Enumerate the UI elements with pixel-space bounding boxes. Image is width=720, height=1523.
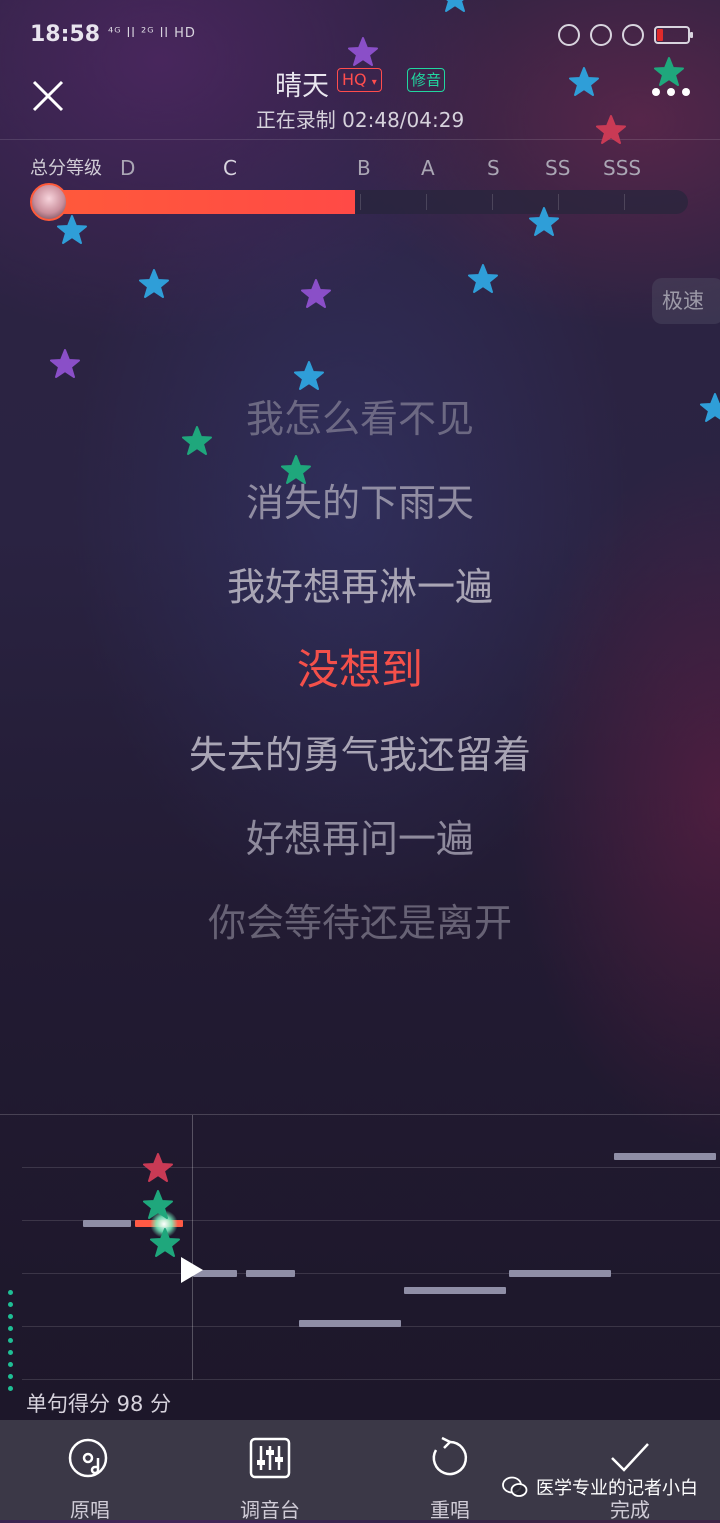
grade-divider	[492, 194, 493, 210]
star-icon	[294, 361, 324, 390]
star-icon	[529, 207, 559, 236]
pitch-note	[404, 1287, 506, 1294]
star-icon	[468, 264, 498, 293]
pitch-gridline	[22, 1167, 720, 1168]
wechat-icon	[502, 1476, 528, 1497]
star-icon	[654, 57, 684, 86]
pitch-gridline	[22, 1273, 720, 1274]
quality-badge: HQ	[342, 70, 367, 89]
sentence-score: 单句得分 98 分	[26, 1392, 172, 1416]
grade-s: S	[487, 156, 500, 180]
more-dot-icon	[682, 88, 690, 96]
watermark-text: 医学专业的记者小白	[536, 1478, 698, 1499]
network-indicator: ⁴ᴳ ll ²ᴳ ll HD	[108, 26, 196, 41]
alarm-icon	[622, 24, 644, 46]
status-icons	[558, 24, 693, 46]
score-progress-fill	[36, 190, 356, 214]
speed-button[interactable]: 极速	[652, 278, 720, 324]
grade-a: A	[421, 156, 435, 180]
retry-button[interactable]: 重唱	[390, 1436, 510, 1523]
mixer-icon	[249, 1437, 291, 1479]
disc-music-icon	[68, 1438, 108, 1478]
dropdown-arrow-icon: ▾	[371, 77, 377, 88]
more-dot-icon	[652, 88, 660, 96]
battery-icon	[654, 26, 693, 44]
playhead-line	[192, 1115, 193, 1380]
grade-b: B	[357, 156, 371, 180]
current-lyric-line: 没想到	[296, 645, 423, 694]
pitch-note	[83, 1220, 131, 1227]
status-time: 18:58	[30, 22, 101, 47]
original-vocal-label: 原唱	[70, 1498, 110, 1522]
mixer-label: 调音台	[240, 1498, 300, 1522]
star-icon	[301, 279, 331, 308]
grade-divider	[360, 194, 361, 210]
lyric-line: 好想再问一遍	[245, 817, 474, 861]
quality-selector[interactable]: HQ ▾	[337, 68, 382, 92]
song-title: 晴天	[275, 71, 329, 102]
grade-ss: SS	[545, 156, 571, 180]
retry-icon	[432, 1436, 468, 1476]
star-icon	[348, 37, 378, 66]
score-label: 总分等级	[30, 158, 102, 179]
star-icon	[182, 426, 212, 455]
playhead-marker-icon	[181, 1257, 203, 1283]
watermark: 医学专业的记者小白	[502, 1474, 698, 1500]
star-icon	[596, 115, 626, 144]
more-dot-icon	[667, 88, 675, 96]
star-icon	[700, 393, 720, 422]
star-icon	[143, 1190, 173, 1219]
original-vocal-button[interactable]: 原唱	[30, 1436, 150, 1523]
star-icon	[57, 215, 87, 244]
pitch-gridline	[22, 1379, 720, 1380]
lyric-line: 你会等待还是离开	[207, 901, 512, 945]
star-icon	[445, 0, 465, 12]
vibrate-icon	[558, 24, 580, 46]
lock-rotation-icon	[590, 24, 612, 46]
mixer-button[interactable]: 调音台	[210, 1436, 330, 1523]
lyric-line: 我好想再淋一遍	[226, 565, 493, 609]
lyric-line: 消失的下雨天	[245, 481, 474, 525]
lyric-line: 我怎么看不见	[245, 397, 474, 441]
star-icon	[569, 67, 599, 96]
score-progress-bar	[36, 190, 688, 214]
pitch-area-top-border	[0, 1114, 720, 1115]
retry-label: 重唱	[430, 1498, 470, 1522]
pitch-note	[614, 1153, 716, 1160]
star-icon	[50, 349, 80, 378]
grade-c: C	[223, 156, 237, 180]
pitch-note	[299, 1320, 401, 1327]
star-icon	[281, 455, 311, 484]
star-icon	[150, 1228, 180, 1257]
star-icon	[143, 1153, 173, 1182]
grade-sss: SSS	[603, 156, 642, 180]
tune-badge[interactable]: 修音	[407, 68, 446, 92]
grade-d: D	[120, 156, 136, 180]
more-menu-button[interactable]	[652, 88, 690, 96]
grade-divider	[624, 194, 625, 210]
grade-divider	[426, 194, 427, 210]
lyric-line: 失去的勇气我还留着	[188, 733, 531, 777]
pitch-note	[509, 1270, 611, 1277]
star-icon	[139, 269, 169, 298]
pitch-level-dots	[8, 1290, 14, 1398]
pitch-note	[246, 1270, 295, 1277]
